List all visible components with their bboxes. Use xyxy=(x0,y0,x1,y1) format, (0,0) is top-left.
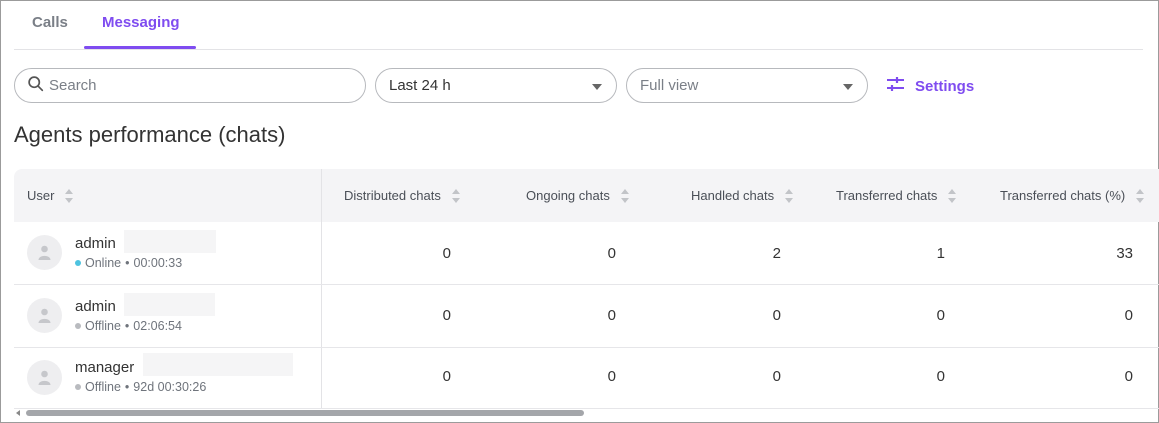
separator-dot: • xyxy=(124,380,130,394)
tab-bar: Calls Messaging xyxy=(14,0,1143,50)
agents-table: User Distributed chats Ongoing chats Han… xyxy=(14,169,1159,409)
sort-icon[interactable] xyxy=(1136,188,1145,203)
sort-icon[interactable] xyxy=(948,188,957,203)
user-name: manager xyxy=(75,359,135,376)
table-row[interactable]: manager Offline • 92d 00:30:26 0 0 0 0 0 xyxy=(14,348,1159,409)
period-select-value: Last 24 h xyxy=(389,77,451,94)
table-header: User Distributed chats Ongoing chats Han… xyxy=(14,169,1159,222)
offline-status-dot xyxy=(75,384,81,390)
column-header-transferred-percent[interactable]: Transferred chats (%) xyxy=(1000,188,1145,203)
ongoing-chats-value: 0 xyxy=(607,245,616,262)
ongoing-chats-value: 0 xyxy=(607,307,616,324)
user-icon xyxy=(38,370,51,385)
column-header-label: Distributed chats xyxy=(344,188,441,203)
status-label: Offline xyxy=(85,380,121,394)
transferred-chats-value: 0 xyxy=(936,307,945,324)
scrollbar-thumb[interactable] xyxy=(26,410,584,416)
settings-label: Settings xyxy=(915,78,975,95)
tab-calls[interactable]: Calls xyxy=(32,14,68,31)
transferred-percent-value: 33 xyxy=(1116,245,1133,262)
transferred-percent-value: 0 xyxy=(1124,307,1133,324)
column-header-user[interactable]: User xyxy=(27,188,74,203)
avatar xyxy=(27,298,62,333)
avatar xyxy=(27,360,62,395)
status-duration: 02:06:54 xyxy=(133,319,182,333)
user-icon xyxy=(38,308,51,323)
search-input[interactable] xyxy=(49,77,349,94)
view-select-value: Full view xyxy=(640,77,699,94)
sort-icon[interactable] xyxy=(785,188,794,203)
status-duration: 92d 00:30:26 xyxy=(133,380,207,394)
transferred-chats-value: 1 xyxy=(936,245,945,262)
separator-dot: • xyxy=(124,319,130,333)
redacted-field xyxy=(124,230,216,253)
user-status: Online • 00:00:33 xyxy=(75,256,182,270)
sort-icon[interactable] xyxy=(620,188,630,203)
sort-icon[interactable] xyxy=(451,188,461,203)
status-label: Offline xyxy=(85,319,121,333)
offline-status-dot xyxy=(75,323,81,329)
redacted-field xyxy=(124,293,215,316)
column-header-label: User xyxy=(27,188,55,203)
tab-messaging[interactable]: Messaging xyxy=(102,14,180,31)
column-header-distributed[interactable]: Distributed chats xyxy=(344,188,461,203)
handled-chats-value: 2 xyxy=(772,245,781,262)
column-header-label: Transferred chats (%) xyxy=(1000,188,1126,203)
ongoing-chats-value: 0 xyxy=(607,368,616,385)
chevron-down-icon xyxy=(592,84,602,90)
avatar xyxy=(27,235,62,270)
column-header-label: Handled chats xyxy=(691,188,775,203)
page-title: Agents performance (chats) xyxy=(14,122,286,147)
column-header-handled[interactable]: Handled chats xyxy=(691,188,794,203)
redacted-field xyxy=(143,353,293,376)
handled-chats-value: 0 xyxy=(772,368,781,385)
user-status: Offline • 92d 00:30:26 xyxy=(75,380,206,394)
status-label: Online xyxy=(85,256,122,270)
distributed-chats-value: 0 xyxy=(442,245,451,262)
scroll-left-arrow-icon[interactable] xyxy=(16,410,20,416)
user-name: admin xyxy=(75,298,116,315)
column-header-label: Ongoing chats xyxy=(526,188,610,203)
column-header-ongoing[interactable]: Ongoing chats xyxy=(526,188,630,203)
status-duration: 00:00:33 xyxy=(133,256,183,270)
active-tab-indicator xyxy=(84,46,196,49)
horizontal-scrollbar[interactable] xyxy=(14,408,1159,418)
transferred-percent-value: 0 xyxy=(1124,368,1133,385)
table-row[interactable]: admin Offline • 02:06:54 0 0 0 0 0 xyxy=(14,285,1159,348)
search-box[interactable] xyxy=(14,68,366,103)
sort-icon[interactable] xyxy=(65,188,74,203)
sliders-icon xyxy=(886,76,915,97)
table-row[interactable]: admin Online • 00:00:33 0 0 2 1 33 xyxy=(14,222,1159,285)
column-header-transferred[interactable]: Transferred chats xyxy=(836,188,957,203)
online-status-dot xyxy=(75,260,81,266)
period-select[interactable]: Last 24 h xyxy=(375,68,617,103)
handled-chats-value: 0 xyxy=(772,307,781,324)
user-icon xyxy=(38,245,51,260)
settings-button[interactable]: Settings xyxy=(886,76,974,97)
separator-dot: • xyxy=(125,256,130,270)
chevron-down-icon xyxy=(843,84,853,90)
column-header-label: Transferred chats xyxy=(836,188,938,203)
distributed-chats-value: 0 xyxy=(442,307,451,324)
user-name: admin xyxy=(75,235,116,252)
search-icon xyxy=(27,75,44,97)
user-status: Offline • 02:06:54 xyxy=(75,319,182,333)
view-select[interactable]: Full view xyxy=(626,68,868,103)
distributed-chats-value: 0 xyxy=(442,368,451,385)
transferred-chats-value: 0 xyxy=(936,368,945,385)
